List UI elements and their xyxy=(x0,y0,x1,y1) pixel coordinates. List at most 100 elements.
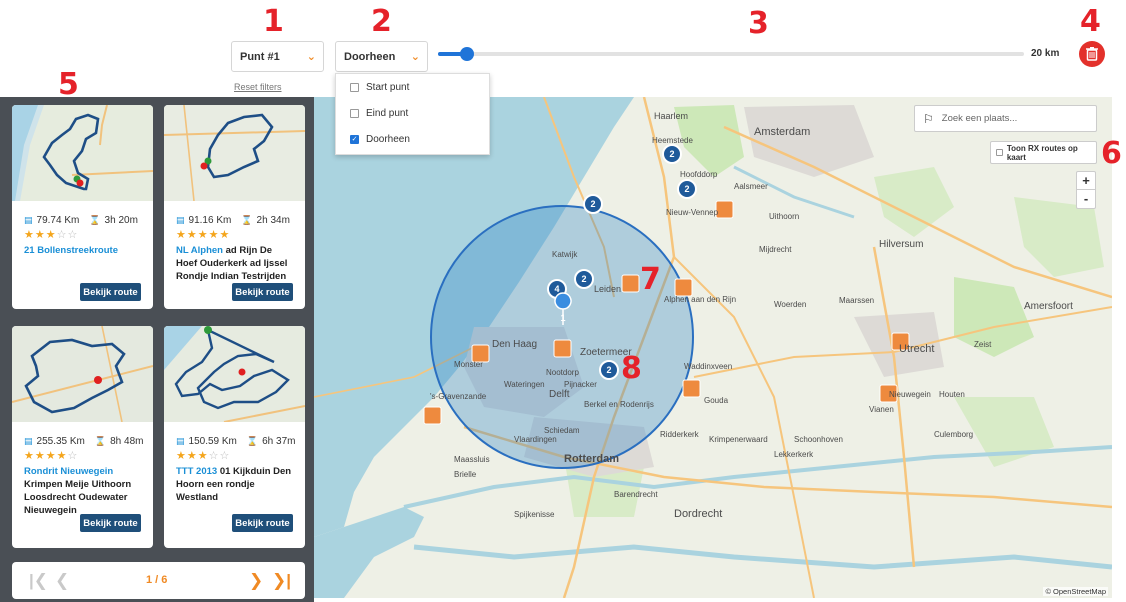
option-start-punt[interactable]: Start punt xyxy=(336,74,489,100)
toggle-rx-routes[interactable]: Toon RX routes op kaart xyxy=(990,141,1097,164)
hourglass-icon: ⌛ xyxy=(246,436,259,446)
place-label: Aalsmeer xyxy=(734,182,768,191)
place-label: Wateringen xyxy=(504,380,545,389)
option-eind-punt[interactable]: Eind punt xyxy=(336,100,489,126)
bekijk-route-button[interactable]: Bekijk route xyxy=(80,514,141,532)
place-label: Nieuwegein xyxy=(889,390,931,399)
place-label: Culemborg xyxy=(934,430,973,439)
option-doorheen[interactable]: ✓ Doorheen xyxy=(336,126,489,152)
rating-stars: ★★★☆☆ xyxy=(176,450,231,462)
reset-filters-link[interactable]: Reset filters xyxy=(234,82,282,92)
annotation-number: 6 xyxy=(1101,136,1122,171)
cluster-count: 2 xyxy=(590,199,595,209)
bekijk-route-button[interactable]: Bekijk route xyxy=(232,283,293,301)
hourglass-icon: ⌛ xyxy=(94,436,107,446)
place-search[interactable]: ⚐ Zoek een plaats... xyxy=(914,105,1097,132)
mode-select[interactable]: Doorheen ⌄ xyxy=(335,41,428,72)
place-label: Maarssen xyxy=(839,296,874,305)
route-title-link: TTT 2013 xyxy=(176,466,218,477)
last-page-icon[interactable]: ❯| xyxy=(272,571,291,591)
map-canvas[interactable]: 2 2 2 4 2 1 2 Haarlem Amsterdam Heemsted… xyxy=(314,97,1112,598)
route-card[interactable]: ▤ 79.74 Km ⌛ 3h 20m ★★★☆☆ 21 Bollenstree… xyxy=(12,105,153,309)
place-label: Amersfoort xyxy=(1024,301,1073,312)
place-label: Utrecht xyxy=(899,343,934,355)
distance-icon: ▤ xyxy=(176,215,185,225)
mode-dropdown-menu: Start punt Eind punt ✓ Doorheen xyxy=(335,73,490,155)
place-label: Pijnacker xyxy=(564,380,597,389)
chevron-down-icon: ⌄ xyxy=(306,51,316,63)
route-card[interactable]: ▤ 91.16 Km ⌛ 2h 34m ★★★★★ NL Alphen ad R… xyxy=(164,105,305,309)
annotation-number: 1 xyxy=(263,4,284,39)
annotation-number: 7 xyxy=(640,262,661,297)
checkbox[interactable] xyxy=(350,82,359,92)
route-title-rest: Krimpen Meije Uithoorn Loosdrecht Oudewa… xyxy=(24,479,132,516)
distance-icon: ▤ xyxy=(24,436,33,446)
route-distance: 79.74 Km xyxy=(36,215,80,226)
toggle-label: Toon RX routes op kaart xyxy=(1006,143,1078,162)
route-title: NL Alphen ad Rijn De Hoef Ouderkerk ad I… xyxy=(176,244,295,283)
option-label: Doorheen xyxy=(366,133,410,145)
annotation-number: 2 xyxy=(371,4,392,39)
zoom-out-button[interactable]: - xyxy=(1077,190,1095,207)
map-attribution[interactable]: © OpenStreetMap xyxy=(1043,587,1108,596)
route-title-link: NL Alphen xyxy=(176,245,223,256)
route-thumbnail xyxy=(164,326,305,423)
hourglass-icon: ⌛ xyxy=(241,215,253,225)
place-label: Alphen aan den Rijn xyxy=(664,295,736,304)
place-label: Maassluis xyxy=(454,455,490,464)
trash-icon xyxy=(1086,47,1098,61)
place-label: Gouda xyxy=(704,396,729,405)
option-label: Eind punt xyxy=(366,107,409,119)
zoom-in-button[interactable]: + xyxy=(1077,172,1095,190)
chevron-down-icon: ⌄ xyxy=(410,51,420,63)
distance-slider[interactable] xyxy=(438,47,1024,61)
first-page-icon[interactable]: |❮ xyxy=(29,571,48,591)
route-card[interactable]: ▤ 150.59 Km ⌛ 6h 37m ★★★☆☆ TTT 2013 01 K… xyxy=(164,326,305,548)
route-stats: ▤ 79.74 Km ⌛ 3h 20m xyxy=(24,215,153,226)
checkbox[interactable] xyxy=(350,108,359,118)
route-sidebar: ▤ 79.74 Km ⌛ 3h 20m ★★★☆☆ 21 Bollenstree… xyxy=(0,97,314,602)
annotation-number: 3 xyxy=(748,6,769,41)
place-label: Woerden xyxy=(774,300,806,309)
cluster-count: 1 xyxy=(560,313,565,323)
checkbox[interactable] xyxy=(996,149,1003,156)
map-view[interactable]: 2 2 2 4 2 1 2 Haarlem Amsterdam Heemsted… xyxy=(314,97,1112,598)
place-label: Lekkerkerk xyxy=(774,450,814,459)
rating-stars: ★★★★★ xyxy=(176,229,231,241)
prev-page-icon[interactable]: ❮ xyxy=(55,571,69,591)
distance-icon: ▤ xyxy=(176,436,185,446)
place-label: Nootdorp xyxy=(546,368,579,377)
next-page-icon[interactable]: ❯ xyxy=(249,571,263,591)
place-label: Den Haag xyxy=(492,339,537,350)
route-thumbnail xyxy=(164,105,305,202)
rating-stars: ★★★★☆ xyxy=(24,450,79,462)
place-label: Waddinxveen xyxy=(684,362,732,371)
place-label: Delft xyxy=(549,389,570,400)
place-label: Schoonhoven xyxy=(794,435,843,444)
place-label: Brielle xyxy=(454,470,477,479)
distance-icon: ▤ xyxy=(24,215,33,225)
route-card[interactable]: ▤ 255.35 Km ⌛ 8h 48m ★★★★☆ Rondrit Nieuw… xyxy=(12,326,153,548)
place-label: Vianen xyxy=(869,405,894,414)
annotation-number: 5 xyxy=(58,67,79,102)
location-search-icon: ⚐ xyxy=(923,111,934,126)
cluster-count: 2 xyxy=(606,365,611,375)
page-indicator: 1 / 6 xyxy=(146,574,168,586)
place-label: Rotterdam xyxy=(564,453,619,465)
route-title-link: 21 Bollenstreekroute xyxy=(24,245,118,256)
distance-slider-handle[interactable] xyxy=(460,47,475,61)
route-title: TTT 2013 01 Kijkduin Den Hoorn een rondj… xyxy=(176,465,295,504)
option-label: Start punt xyxy=(366,81,410,93)
rating-stars: ★★★☆☆ xyxy=(24,229,79,241)
place-label: Krimpenerwaard xyxy=(709,435,768,444)
bekijk-route-button[interactable]: Bekijk route xyxy=(232,514,293,532)
point-select[interactable]: Punt #1 ⌄ xyxy=(231,41,324,72)
bekijk-route-button[interactable]: Bekijk route xyxy=(80,283,141,301)
search-placeholder: Zoek een plaats... xyxy=(941,113,1018,124)
checkbox-checked[interactable]: ✓ xyxy=(350,134,359,144)
route-duration: 6h 37m xyxy=(262,436,296,447)
delete-button[interactable] xyxy=(1079,41,1105,67)
route-duration: 8h 48m xyxy=(110,436,144,447)
place-label: Dordrecht xyxy=(674,508,722,520)
place-label: Berkel en Rodenrijs xyxy=(584,400,654,409)
